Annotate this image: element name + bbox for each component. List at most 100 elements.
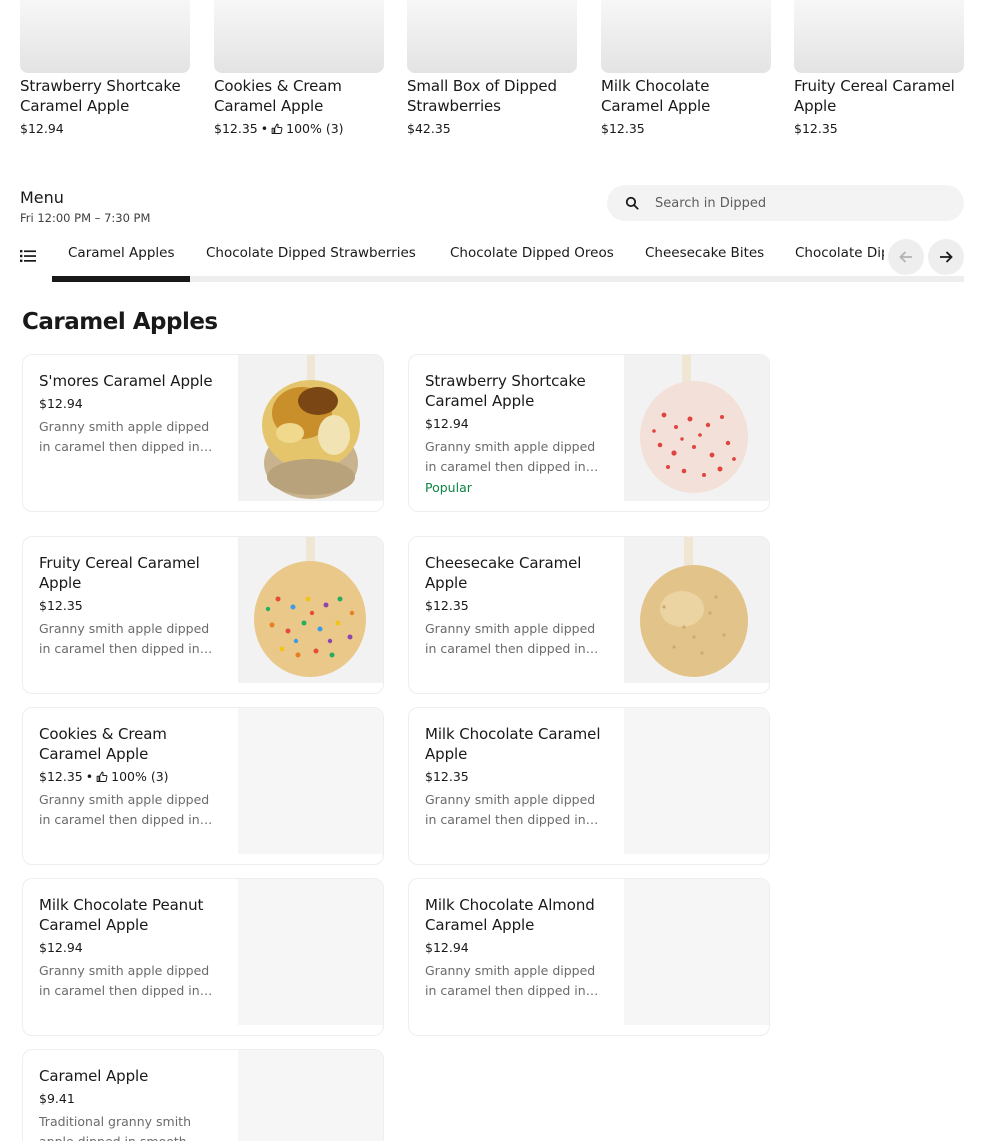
menu-item-info: Milk Chocolate Peanut Caramel Apple $12.…: [39, 895, 221, 1001]
menu-item-info: Cheesecake Caramel Apple $12.35 Granny s…: [425, 553, 607, 659]
menu-item-name: Milk Chocolate Caramel Apple: [425, 725, 601, 763]
featured-item[interactable]: Milk Chocolate Caramel Apple $12.35: [601, 0, 771, 138]
menu-item-name: Caramel Apple: [39, 1067, 149, 1085]
cheesecake-apple-image: [624, 537, 769, 683]
menu-item-price: $12.94: [39, 396, 83, 411]
menu-item-name: Milk Chocolate Almond Caramel Apple: [425, 896, 595, 934]
menu-item-card[interactable]: Milk Chocolate Almond Caramel Apple $12.…: [408, 878, 770, 1036]
menu-item-description: Granny smith apple dipped in caramel the…: [425, 621, 596, 656]
menu-item-card[interactable]: Strawberry Shortcake Caramel Apple $12.9…: [408, 354, 770, 512]
menu-item-card[interactable]: Milk Chocolate Caramel Apple $12.35 Gran…: [408, 707, 770, 865]
menu-item-price-row: $12.94: [425, 415, 607, 433]
list-icon[interactable]: [20, 248, 36, 264]
menu-item-description: Traditional granny smith apple dipped in…: [39, 1114, 191, 1141]
menu-item-image-placeholder: [238, 879, 383, 1025]
menu-item-card[interactable]: Cheesecake Caramel Apple $12.35 Granny s…: [408, 536, 770, 694]
menu-item-info: Milk Chocolate Caramel Apple $12.35 Gran…: [425, 724, 607, 830]
featured-item[interactable]: Cookies & Cream Caramel Apple $12.35 • 1…: [214, 0, 384, 138]
featured-item-name: Small Box of Dipped Strawberries: [407, 77, 557, 115]
category-tab-bar: Caramel Apples Chocolate Dipped Strawber…: [20, 234, 964, 282]
menu-item-name: Milk Chocolate Peanut Caramel Apple: [39, 896, 204, 934]
featured-item[interactable]: Strawberry Shortcake Caramel Apple $12.9…: [20, 0, 190, 138]
featured-item-name: Milk Chocolate Caramel Apple: [601, 77, 711, 115]
menu-item-price: $12.94: [425, 416, 469, 431]
menu-item-rating: 100% (3): [111, 769, 169, 784]
menu-item-price-row: $12.94: [39, 395, 221, 413]
menu-item-info: Fruity Cereal Caramel Apple $12.35 Grann…: [39, 553, 221, 659]
menu-item-image: [624, 537, 769, 683]
menu-item-image: [238, 355, 383, 501]
tab-caramel-apples[interactable]: Caramel Apples: [68, 245, 174, 261]
featured-item-price: $12.35: [601, 121, 645, 136]
menu-item-image-placeholder: [238, 708, 383, 854]
search-bar[interactable]: [607, 185, 964, 221]
menu-item-image: [624, 355, 769, 501]
menu-item-description: Granny smith apple dipped in caramel the…: [39, 621, 210, 656]
featured-item-price-row: $42.35: [407, 120, 577, 138]
smores-apple-image: [238, 355, 383, 501]
menu-item-name: Cheesecake Caramel Apple: [425, 554, 582, 592]
featured-item-name: Fruity Cereal Caramel Apple: [794, 77, 955, 115]
strawberry-shortcake-apple-image: [624, 355, 769, 501]
tab-chocolate-dipped-oreos[interactable]: Chocolate Dipped Oreos: [450, 245, 614, 261]
menu-item-price: $12.35: [425, 769, 469, 784]
featured-item-price-row: $12.94: [20, 120, 190, 138]
featured-item-image: [601, 0, 771, 73]
menu-item-card[interactable]: Caramel Apple $9.41 Traditional granny s…: [22, 1049, 384, 1141]
menu-item-price-row: $12.94: [425, 939, 607, 957]
featured-item-name: Cookies & Cream Caramel Apple: [214, 77, 342, 115]
menu-item-price: $12.35: [39, 769, 83, 784]
menu-item-info: S'mores Caramel Apple $12.94 Granny smit…: [39, 371, 221, 457]
menu-item-price-row: $12.94: [39, 939, 221, 957]
menu-item-info: Strawberry Shortcake Caramel Apple $12.9…: [425, 371, 607, 497]
featured-item-price: $12.94: [20, 121, 64, 136]
tab-chocolate-dipped-strawberries[interactable]: Chocolate Dipped Strawberries: [206, 245, 416, 261]
menu-item-name: Strawberry Shortcake Caramel Apple: [425, 372, 586, 410]
menu-item-price-row: $12.35: [425, 597, 607, 615]
featured-item-image: [407, 0, 577, 73]
tabs-scroll-area: Caramel Apples Chocolate Dipped Strawber…: [52, 234, 884, 282]
menu-item-card[interactable]: Fruity Cereal Caramel Apple $12.35 Grann…: [22, 536, 384, 694]
menu-item-description: Granny smith apple dipped in caramel the…: [425, 439, 596, 474]
menu-item-image-placeholder: [624, 708, 769, 854]
menu-item-price: $9.41: [39, 1091, 75, 1106]
menu-item-name: S'mores Caramel Apple: [39, 372, 213, 390]
featured-item-name: Strawberry Shortcake Caramel Apple: [20, 77, 181, 115]
featured-item[interactable]: Fruity Cereal Caramel Apple $12.35: [794, 0, 964, 138]
menu-hours: Fri 12:00 PM – 7:30 PM: [20, 211, 151, 225]
menu-item-info: Caramel Apple $9.41 Traditional granny s…: [39, 1066, 221, 1141]
menu-item-name: Fruity Cereal Caramel Apple: [39, 554, 200, 592]
menu-item-price: $12.94: [425, 940, 469, 955]
menu-item-price-row: $9.41: [39, 1090, 221, 1108]
menu-item-price: $12.35: [39, 598, 83, 613]
menu-item-price-row: $12.35: [425, 768, 607, 786]
tab-cheesecake-bites[interactable]: Cheesecake Bites: [645, 245, 764, 261]
menu-item-card[interactable]: Cookies & Cream Caramel Apple $12.35 • 1…: [22, 707, 384, 865]
tabs-next-button[interactable]: [928, 239, 964, 275]
menu-item-description: Granny smith apple dipped in caramel the…: [39, 963, 210, 998]
search-input[interactable]: [655, 195, 935, 211]
search-icon: [624, 195, 640, 211]
featured-item-image: [794, 0, 964, 73]
active-tab-indicator: [52, 276, 190, 282]
menu-item-card[interactable]: S'mores Caramel Apple $12.94 Granny smit…: [22, 354, 384, 512]
menu-title: Menu: [20, 188, 64, 207]
featured-items-carousel: Strawberry Shortcake Caramel Apple $12.9…: [20, 0, 964, 140]
menu-item-price-row: $12.35 • 100% (3): [39, 768, 221, 786]
featured-item[interactable]: Small Box of Dipped Strawberries $42.35: [407, 0, 577, 138]
menu-item-description: Granny smith apple dipped in caramel the…: [425, 792, 596, 827]
separator-dot: •: [85, 769, 94, 784]
menu-item-card[interactable]: Milk Chocolate Peanut Caramel Apple $12.…: [22, 878, 384, 1036]
tab-chocolate-dipped-pretzels[interactable]: Chocolate Dipped Pretzels: [795, 245, 884, 261]
menu-item-image-placeholder: [624, 879, 769, 1025]
featured-item-price: $42.35: [407, 121, 451, 136]
arrow-left-icon: [899, 251, 912, 263]
fruity-cereal-apple-image: [238, 537, 383, 683]
menu-item-info: Milk Chocolate Almond Caramel Apple $12.…: [425, 895, 607, 1001]
menu-item-info: Cookies & Cream Caramel Apple $12.35 • 1…: [39, 724, 221, 830]
featured-item-price: $12.35: [214, 121, 258, 136]
thumbs-up-icon: [96, 771, 108, 782]
menu-item-description: Granny smith apple dipped in caramel the…: [425, 963, 596, 998]
tabs-prev-button[interactable]: [888, 239, 924, 275]
menu-item-price: $12.94: [39, 940, 83, 955]
